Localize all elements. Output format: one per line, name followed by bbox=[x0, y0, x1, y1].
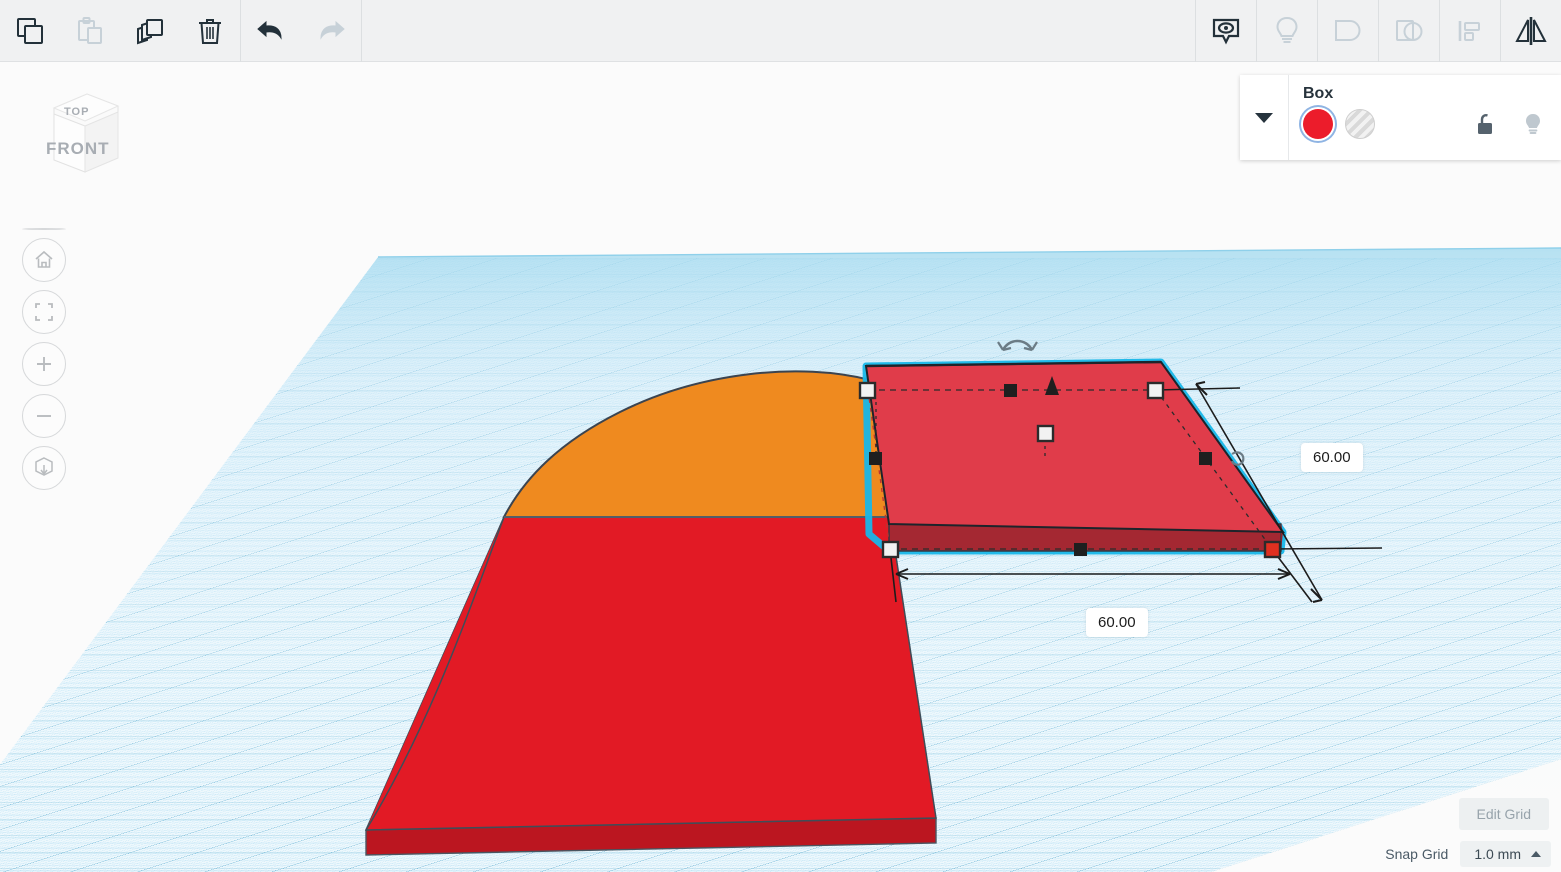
view-cube[interactable]: TOP FRONT bbox=[32, 84, 127, 184]
snap-grid-select[interactable]: 1.0 mm bbox=[1460, 841, 1551, 867]
tinkercad-editor: TOP FRONT 60.00 60.00 Edit Grid Snap Gri… bbox=[0, 0, 1561, 872]
duplicate-button[interactable] bbox=[120, 0, 180, 62]
center-handle bbox=[1036, 424, 1055, 443]
paste-button[interactable] bbox=[60, 0, 120, 62]
snap-grid-value: 1.0 mm bbox=[1474, 846, 1521, 862]
show-hide-button[interactable] bbox=[1196, 0, 1256, 62]
panel-action-icons bbox=[1475, 111, 1545, 139]
shape-name-label: Box bbox=[1303, 85, 1334, 102]
copy-button[interactable] bbox=[0, 0, 60, 62]
top-toolbar bbox=[0, 0, 1561, 62]
corner-handle-bottom-left bbox=[881, 540, 900, 559]
zoom-in-button[interactable] bbox=[22, 342, 66, 386]
edge-handle-left bbox=[869, 452, 882, 465]
edge-handle-top bbox=[1004, 384, 1017, 397]
edit-tool-group bbox=[0, 0, 240, 62]
dimension-label-bottom[interactable]: 60.00 bbox=[1086, 608, 1148, 637]
fit-to-view-button[interactable] bbox=[22, 290, 66, 334]
panel-collapse-button[interactable] bbox=[1240, 75, 1289, 160]
view-controls bbox=[22, 220, 66, 498]
group-button[interactable] bbox=[1318, 0, 1378, 62]
delete-button[interactable] bbox=[180, 0, 240, 62]
edge-handle-bottom bbox=[1074, 543, 1087, 556]
projection-toggle-button[interactable] bbox=[22, 446, 66, 490]
light-button[interactable] bbox=[1257, 0, 1317, 62]
edge-handle-right bbox=[1199, 452, 1212, 465]
zoom-out-button[interactable] bbox=[22, 394, 66, 438]
caret-up-icon bbox=[1531, 851, 1541, 857]
corner-handle-top-left bbox=[858, 381, 877, 400]
bulb-icon[interactable] bbox=[1521, 111, 1545, 139]
solid-color-swatch[interactable] bbox=[1303, 109, 1333, 139]
chevron-down-icon bbox=[1255, 112, 1273, 123]
edit-grid-button[interactable]: Edit Grid bbox=[1458, 798, 1549, 830]
shape-properties-panel: Box bbox=[1240, 75, 1561, 160]
hole-swatch[interactable] bbox=[1345, 109, 1375, 139]
snap-grid-label: Snap Grid bbox=[1385, 846, 1449, 862]
view-tool-group bbox=[1196, 0, 1561, 62]
home-view-button[interactable] bbox=[22, 238, 66, 282]
align-button[interactable] bbox=[1440, 0, 1500, 62]
3d-viewport[interactable]: TOP FRONT 60.00 60.00 Edit Grid Snap Gri… bbox=[0, 62, 1561, 872]
mirror-button[interactable] bbox=[1501, 0, 1561, 62]
unlock-icon[interactable] bbox=[1475, 112, 1499, 138]
dimension-label-right[interactable]: 60.00 bbox=[1301, 443, 1363, 472]
undo-button[interactable] bbox=[241, 0, 301, 62]
ungroup-button[interactable] bbox=[1379, 0, 1439, 62]
dim-extension-right-bottom bbox=[1271, 547, 1383, 550]
corner-handle-bottom-right-active bbox=[1263, 540, 1282, 559]
snap-grid-bar: Snap Grid 1.0 mm bbox=[1385, 841, 1551, 867]
redo-button[interactable] bbox=[301, 0, 361, 62]
history-tool-group bbox=[241, 0, 361, 62]
corner-handle-top-right bbox=[1146, 381, 1165, 400]
panel-body: Box bbox=[1289, 75, 1561, 160]
